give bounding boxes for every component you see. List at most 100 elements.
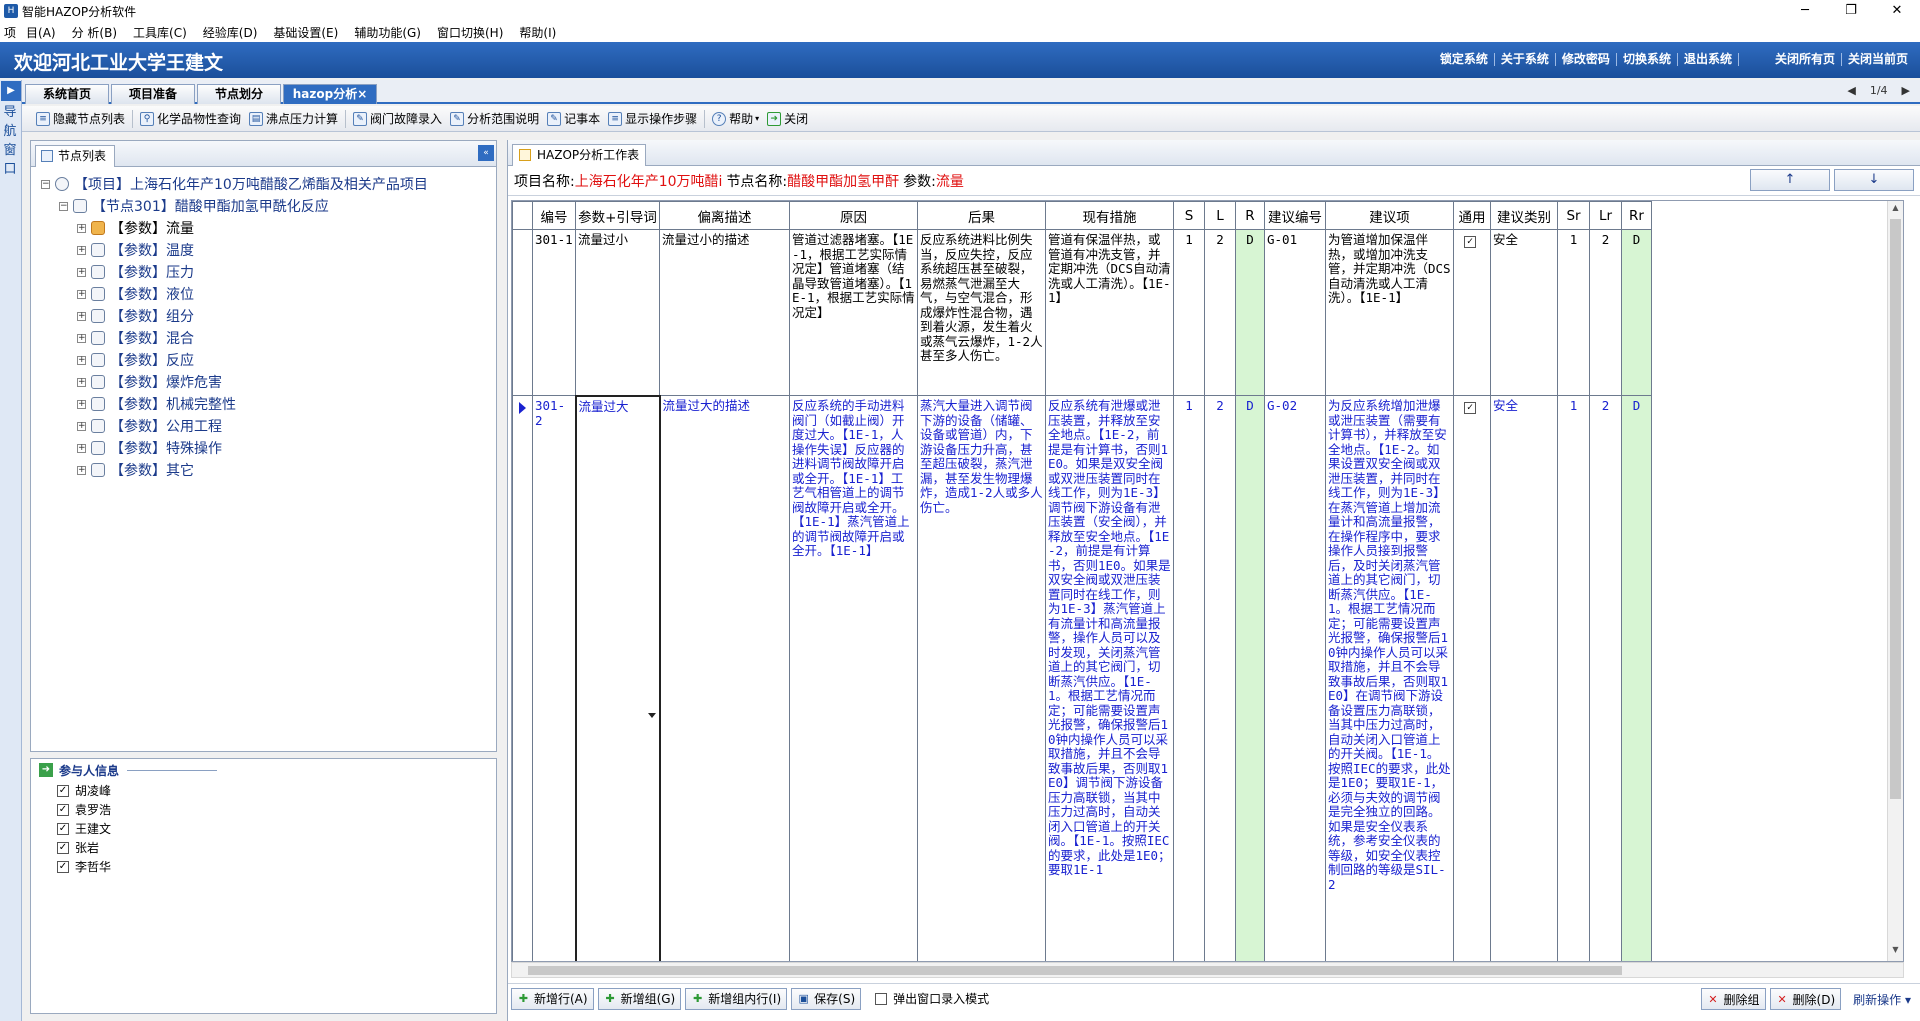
tree-param[interactable]: + 【参数】反应 bbox=[41, 349, 496, 371]
refresh-action-dropdown[interactable]: 刷新操作 ▾ bbox=[1853, 991, 1911, 1008]
column-header[interactable]: Rr bbox=[1621, 201, 1652, 230]
popup-mode-checkbox[interactable] bbox=[875, 992, 888, 1005]
menu-item-help[interactable]: 帮助(I) bbox=[511, 24, 564, 41]
scroll-up-icon[interactable]: ▲ bbox=[1890, 203, 1901, 217]
hide-node-list-button[interactable]: ≡ 隐藏节点列表 bbox=[32, 108, 129, 130]
participant-item[interactable]: ✓ 胡凌峰 bbox=[31, 781, 496, 800]
help-button[interactable]: ? 帮助 ▾ bbox=[708, 108, 763, 130]
column-header[interactable]: 编号 bbox=[532, 201, 576, 230]
tab-node-division[interactable]: 节点划分 bbox=[197, 84, 281, 104]
cell-r[interactable]: D bbox=[1235, 395, 1265, 961]
cell-measures[interactable]: 反应系统有泄爆或泄压装置，并释放至安全地点。【1E-2，前提是有计算书，否则1E… bbox=[1045, 395, 1174, 961]
expand-icon[interactable]: + bbox=[77, 421, 86, 431]
close-button[interactable]: ➜ 关闭 bbox=[763, 108, 812, 130]
tree-param[interactable]: + 【参数】混合 bbox=[41, 327, 496, 349]
node-list-tab[interactable]: 节点列表 bbox=[35, 145, 115, 167]
menu-item-aux[interactable]: 辅助功能(G) bbox=[346, 24, 429, 41]
column-header[interactable]: Sr bbox=[1557, 201, 1590, 230]
common-checkbox[interactable]: ✓ bbox=[1464, 402, 1476, 414]
column-header[interactable]: 建议项 bbox=[1325, 201, 1454, 230]
scroll-thumb[interactable] bbox=[1890, 219, 1901, 799]
cell-common[interactable]: ✓ bbox=[1453, 229, 1491, 396]
cell-s[interactable]: 1 bbox=[1173, 395, 1205, 961]
tree-param[interactable]: + 【参数】液位 bbox=[41, 283, 496, 305]
tree-param[interactable]: + 【参数】流量 bbox=[41, 217, 496, 239]
notepad-button[interactable]: ✎ 记事本 bbox=[543, 108, 604, 130]
expand-icon[interactable]: + bbox=[77, 333, 86, 343]
cell-common[interactable]: ✓ bbox=[1453, 395, 1491, 961]
cell-l[interactable]: 2 bbox=[1204, 395, 1236, 961]
valve-fault-button[interactable]: ✎ 阀门故障录入 bbox=[349, 108, 446, 130]
worksheet-tab[interactable]: HAZOP分析工作表 bbox=[512, 144, 646, 166]
column-header[interactable]: 偏离描述 bbox=[659, 201, 790, 230]
expand-icon[interactable]: + bbox=[77, 245, 86, 255]
lock-system-link[interactable]: 锁定系统 bbox=[1434, 53, 1495, 66]
cell-s[interactable]: 1 bbox=[1173, 229, 1205, 396]
add-group-row-button[interactable]: ✚ 新增组内行(I) bbox=[685, 987, 788, 1010]
expand-icon[interactable]: + bbox=[77, 311, 86, 321]
menu-item-project[interactable]: 目(A) bbox=[24, 24, 64, 41]
switch-system-link[interactable]: 切换系统 bbox=[1617, 53, 1678, 66]
tree-param[interactable]: + 【参数】其它 bbox=[41, 459, 496, 481]
popup-mode-option[interactable]: 弹出窗口录入模式 bbox=[875, 990, 989, 1007]
cell-param-combobox[interactable]: 流量过大 bbox=[574, 394, 661, 961]
save-button[interactable]: ▣ 保存(S) bbox=[791, 987, 862, 1010]
move-up-button[interactable]: ↑ bbox=[1750, 169, 1830, 191]
exit-system-link[interactable]: 退出系统 bbox=[1678, 53, 1739, 66]
cell-lr[interactable]: 2 bbox=[1589, 395, 1622, 961]
expand-icon[interactable]: + bbox=[77, 355, 86, 365]
column-header[interactable]: 建议类别 bbox=[1490, 201, 1558, 230]
expand-icon[interactable]: + bbox=[77, 399, 86, 409]
cell-param[interactable]: 流量过小 bbox=[575, 229, 660, 396]
menu-item-window[interactable]: 窗口切换(H) bbox=[429, 24, 511, 41]
scope-description-button[interactable]: ✎ 分析范围说明 bbox=[446, 108, 543, 130]
cell-suggestion-id[interactable]: G-02 bbox=[1264, 395, 1326, 961]
move-down-button[interactable]: ↓ bbox=[1834, 169, 1914, 191]
collapse-icon[interactable]: − bbox=[41, 179, 50, 189]
cell-lr[interactable]: 2 bbox=[1589, 229, 1622, 396]
participant-checkbox[interactable]: ✓ bbox=[57, 860, 69, 873]
cell-consequence[interactable]: 蒸汽大量进入调节阀下游的设备（储罐、设备或管道）内，下游设备压力升高，甚至超压破… bbox=[917, 395, 1046, 961]
tree-param[interactable]: + 【参数】爆炸危害 bbox=[41, 371, 496, 393]
boiling-pressure-button[interactable]: ▤ 沸点压力计算 bbox=[245, 108, 342, 130]
column-header[interactable]: 通用 bbox=[1453, 201, 1491, 230]
table-row[interactable]: 301-2 流量过大 流量过大的描述 反应系统的手动进料阀门（如截止阀）开度过大… bbox=[512, 394, 1652, 961]
tab-hazop-analysis[interactable]: hazop分析× bbox=[283, 84, 377, 104]
close-current-page-link[interactable]: 关闭当前页 bbox=[1842, 53, 1914, 66]
cell-id[interactable]: 301-1 bbox=[532, 229, 576, 396]
participant-checkbox[interactable]: ✓ bbox=[57, 803, 69, 816]
tab-project-prep[interactable]: 项目准备 bbox=[111, 84, 195, 104]
tree-param[interactable]: + 【参数】组分 bbox=[41, 305, 496, 327]
tree-param[interactable]: + 【参数】温度 bbox=[41, 239, 496, 261]
cell-r[interactable]: D bbox=[1235, 229, 1265, 396]
add-group-button[interactable]: ✚ 新增组(G) bbox=[597, 987, 682, 1010]
menu-item-analysis[interactable]: 分 析(B) bbox=[64, 24, 125, 41]
cell-suggestion[interactable]: 为管道增加保温伴热，或增加冲洗支管，并定期冲洗（DCS自动清洗或人工清洗）。【1… bbox=[1325, 229, 1454, 396]
tree-param[interactable]: + 【参数】机械完整性 bbox=[41, 393, 496, 415]
collapse-panel-icon[interactable]: « bbox=[478, 145, 494, 161]
nav-window-strip[interactable]: ▶ 导 航 窗 口 bbox=[0, 80, 22, 1021]
expand-icon[interactable]: + bbox=[77, 377, 86, 387]
show-steps-button[interactable]: ≡ 显示操作步骤 bbox=[604, 108, 701, 130]
cell-suggestion[interactable]: 为反应系统增加泄爆或泄压装置（需要有计算书），并释放至安全地点。【1E-2。如果… bbox=[1325, 395, 1454, 961]
tab-home[interactable]: 系统首页 bbox=[25, 84, 109, 104]
cell-cause[interactable]: 反应系统的手动进料阀门（如截止阀）开度过大。【1E-1，人操作失误】反应器的进料… bbox=[789, 395, 918, 961]
cell-id[interactable]: 301-2 bbox=[532, 395, 576, 961]
participant-checkbox[interactable]: ✓ bbox=[57, 784, 69, 797]
participant-item[interactable]: ✓ 李哲华 bbox=[31, 857, 496, 876]
dropdown-arrow-icon[interactable] bbox=[647, 712, 656, 718]
delete-group-button[interactable]: ✕ 删除组 bbox=[1700, 988, 1766, 1010]
column-header[interactable]: 建议编号 bbox=[1264, 201, 1326, 230]
column-header[interactable]: 参数+引导词 bbox=[575, 201, 660, 230]
cell-suggestion-id[interactable]: G-01 bbox=[1264, 229, 1326, 396]
column-header[interactable]: R bbox=[1235, 201, 1265, 230]
cell-sr[interactable]: 1 bbox=[1557, 395, 1590, 961]
column-header[interactable]: L bbox=[1204, 201, 1236, 230]
tree-param[interactable]: + 【参数】压力 bbox=[41, 261, 496, 283]
expand-icon[interactable]: + bbox=[77, 223, 86, 233]
participant-item[interactable]: ✓ 王建文 bbox=[31, 819, 496, 838]
tree-param[interactable]: + 【参数】公用工程 bbox=[41, 415, 496, 437]
participant-item[interactable]: ✓ 张岩 bbox=[31, 838, 496, 857]
expand-icon[interactable]: + bbox=[77, 465, 86, 475]
cell-deviation[interactable]: 流量过大的描述 bbox=[659, 395, 790, 961]
